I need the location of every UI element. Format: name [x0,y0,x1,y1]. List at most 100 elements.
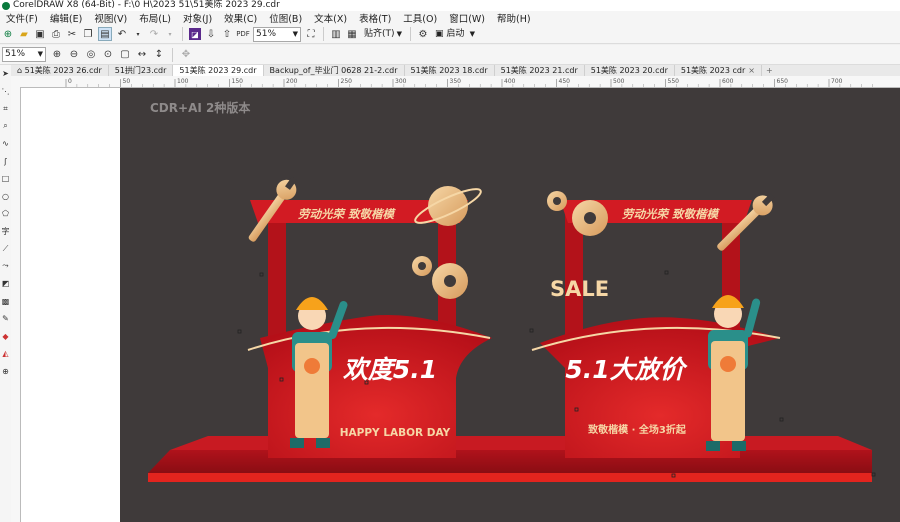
menu-tools[interactable]: 工具(O) [397,11,443,25]
sale-text: SALE [550,277,609,301]
menu-text[interactable]: 文本(X) [308,11,353,25]
launcher-label: 启动 [446,28,465,39]
document-tabs: ⌂ 51美陈 2023 26.cdr 51拱门23.cdr 51美陈 2023 … [11,65,900,76]
launcher-icon: ▣ [435,28,447,39]
color-eyedropper-tool-icon[interactable]: ✎ [0,310,11,328]
interactive-fill-tool-icon[interactable]: ◆ [0,328,11,346]
vertical-ruler[interactable] [11,76,21,522]
pan-tool-icon[interactable]: ✥ [180,49,192,61]
smart-fill-tool-icon[interactable]: ◭ [0,345,11,363]
zoom-in-icon[interactable]: ⊕ [51,49,63,61]
import-icon[interactable]: ⇩ [205,28,217,40]
drawing-canvas[interactable]: CDR+AI 2种版本 劳动光荣 致敬楷模 欢度5.1 HAPPY LABOR … [120,88,900,522]
menu-table[interactable]: 表格(T) [353,11,397,25]
horizontal-ruler[interactable]: 0 50 100 150 200 250 300 350 400 450 500 550 600 650 7… [20,76,900,88]
document-tab[interactable]: 51美陈 2023 18.cdr [405,65,495,76]
right-display-board: 劳动光荣 致敬楷模 SALE 5.1大放价 致敬楷模 · 全场3折起 [531,191,781,458]
snap-to-dropdown[interactable]: 贴齐(T) ▼ [362,28,404,41]
transparency-tool-icon[interactable]: ▩ [0,293,11,311]
ruler-label: 100 [177,78,189,85]
chevron-down-icon: ▼ [469,29,475,38]
save-icon[interactable]: ▣ [34,28,46,40]
menu-window[interactable]: 窗口(W) [443,11,491,25]
zoom-levels-combo[interactable]: 51% ▼ [2,47,46,62]
show-grid-icon[interactable]: ▦ [346,28,358,40]
ruler-label: 600 [722,78,734,85]
copy-icon[interactable]: ❐ [82,28,94,40]
application-launcher[interactable]: ▣ 启动 ▼ [433,28,477,41]
ruler-label: 150 [232,78,244,85]
ruler-label: 450 [559,78,571,85]
menu-edit[interactable]: 编辑(E) [44,11,88,25]
window-title: CorelDRAW X8 (64-Bit) - F:\0 H\2023 51\5… [13,0,280,10]
options-gear-icon[interactable]: ⚙ [417,28,429,40]
home-icon: ⌂ [17,66,25,75]
crop-tool-icon[interactable]: ⌗ [0,100,11,118]
drop-shadow-tool-icon[interactable]: ◩ [0,275,11,293]
chevron-down-icon: ▼ [37,50,43,58]
zoom-tool-icon[interactable]: ⌕ [0,118,11,136]
zoom-to-all-objects-icon[interactable]: ⊙ [102,49,114,61]
zoom-to-selected-icon[interactable]: ◎ [85,49,97,61]
document-tab-label: 51美陈 2023 18.cdr [410,66,488,75]
gears-illustration-icon [547,191,608,236]
redo-dropdown-icon[interactable]: ▾ [164,28,176,40]
freehand-tool-icon[interactable]: ∿ [0,135,11,153]
rectangle-tool-icon[interactable]: □ [0,170,11,188]
parallel-dimension-tool-icon[interactable]: ⟋ [0,240,11,258]
ruler-label: 500 [613,78,625,85]
print-icon[interactable]: ⎙ [50,28,62,40]
document-tab[interactable]: 51拱门23.cdr [109,65,174,76]
menu-view[interactable]: 视图(V) [88,11,133,25]
polygon-tool-icon[interactable]: ⬠ [0,205,11,223]
chevron-down-icon: ▼ [292,29,298,38]
paste-icon[interactable]: ▤ [98,27,112,41]
new-document-icon[interactable]: ⊕ [2,28,14,40]
menu-layout[interactable]: 布局(L) [133,11,177,25]
zoom-to-page-width-icon[interactable]: ↔ [136,49,148,61]
menu-bar: 文件(F) 编辑(E) 视图(V) 布局(L) 对象(J) 效果(C) 位图(B… [0,11,900,25]
ellipse-tool-icon[interactable]: ○ [0,188,11,206]
left-subline: HAPPY LABOR DAY [340,427,451,439]
zoom-level-combo[interactable]: 51% ▼ [253,26,301,42]
add-tool-icon[interactable]: ⊕ [0,363,11,381]
right-worker-illustration [706,295,761,451]
pick-tool-icon[interactable]: ➤ [0,65,11,83]
search-content-icon[interactable]: ◪ [189,28,201,40]
worker-overalls [295,343,329,438]
menu-help[interactable]: 帮助(H) [491,11,537,25]
export-icon[interactable]: ⇧ [221,28,233,40]
document-tab-label: 51美陈 2023 cdr [680,66,746,75]
open-folder-icon[interactable]: ▰ [18,28,30,40]
document-tab-label: 51拱门23.cdr [114,66,167,75]
zoom-out-icon[interactable]: ⊖ [68,49,80,61]
undo-icon[interactable]: ↶ [116,28,128,40]
document-tab[interactable]: ⌂ 51美陈 2023 26.cdr [11,65,109,76]
show-rulers-icon[interactable]: ▥ [330,28,342,40]
worker-helmet-icon [296,297,328,310]
connector-tool-icon[interactable]: ⤳ [0,258,11,276]
cut-icon[interactable]: ✂ [66,28,78,40]
zoom-to-page-icon[interactable]: ▢ [119,49,131,61]
document-tab[interactable]: 51美陈 2023 20.cdr [585,65,675,76]
new-tab-plus-icon[interactable]: + [762,65,777,76]
document-tab[interactable]: Backup_of_毕业门 0628 21-2.cdr [264,65,405,76]
menu-effects[interactable]: 效果(C) [218,11,263,25]
undo-dropdown-icon[interactable]: ▾ [132,28,144,40]
document-tab[interactable]: 51美陈 2023 cdr × [675,65,762,76]
menu-object[interactable]: 对象(J) [177,11,218,25]
text-tool-icon[interactable]: 字 [0,223,11,241]
chevron-down-icon: ▼ [396,29,402,38]
document-tab-active[interactable]: 51美陈 2023 29.cdr [173,65,264,76]
redo-icon[interactable]: ↷ [148,28,160,40]
full-screen-preview-icon[interactable]: ⛶ [305,28,317,40]
toolbar-separator [172,47,173,62]
close-tab-icon[interactable]: × [748,66,755,75]
zoom-to-page-height-icon[interactable]: ↕ [153,49,165,61]
shape-tool-icon[interactable]: ⋱ [0,83,11,101]
publish-pdf-icon[interactable]: PDF [236,28,250,40]
artistic-media-tool-icon[interactable]: ʃ [0,153,11,171]
menu-bitmaps[interactable]: 位图(B) [263,11,308,25]
document-tab[interactable]: 51美陈 2023 21.cdr [495,65,585,76]
menu-file[interactable]: 文件(F) [0,11,44,25]
